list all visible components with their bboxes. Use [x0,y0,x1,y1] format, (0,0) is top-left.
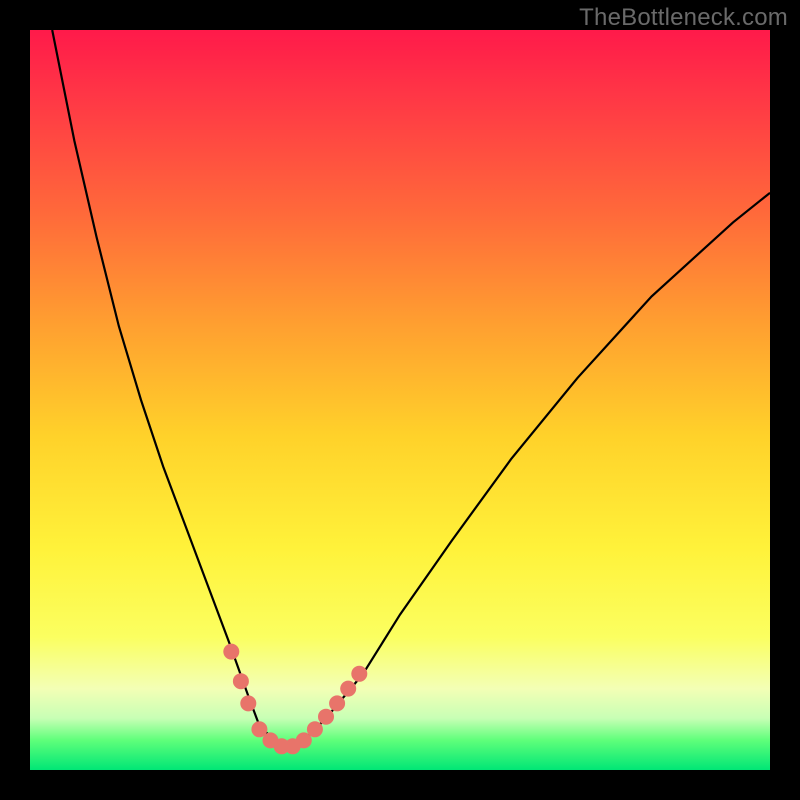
dot-right-3 [329,695,345,711]
dot-bottom-1 [251,721,267,737]
chart-svg [30,30,770,770]
dot-bottom-5 [296,732,312,748]
dot-left-upper [223,644,239,660]
chart-frame: TheBottleneck.com [0,0,800,800]
dot-left-1 [233,673,249,689]
dot-left-2 [240,695,256,711]
dot-right-2 [318,709,334,725]
dot-right-4 [340,681,356,697]
dot-bottom-2 [263,732,279,748]
dot-bottom-4 [285,738,301,754]
plot-area [30,30,770,770]
dot-right-1 [307,721,323,737]
dot-right-5 [351,666,367,682]
watermark-text: TheBottleneck.com [579,4,788,32]
marker-group [223,644,367,755]
bottleneck-curve [52,30,770,748]
dot-bottom-3 [274,738,290,754]
